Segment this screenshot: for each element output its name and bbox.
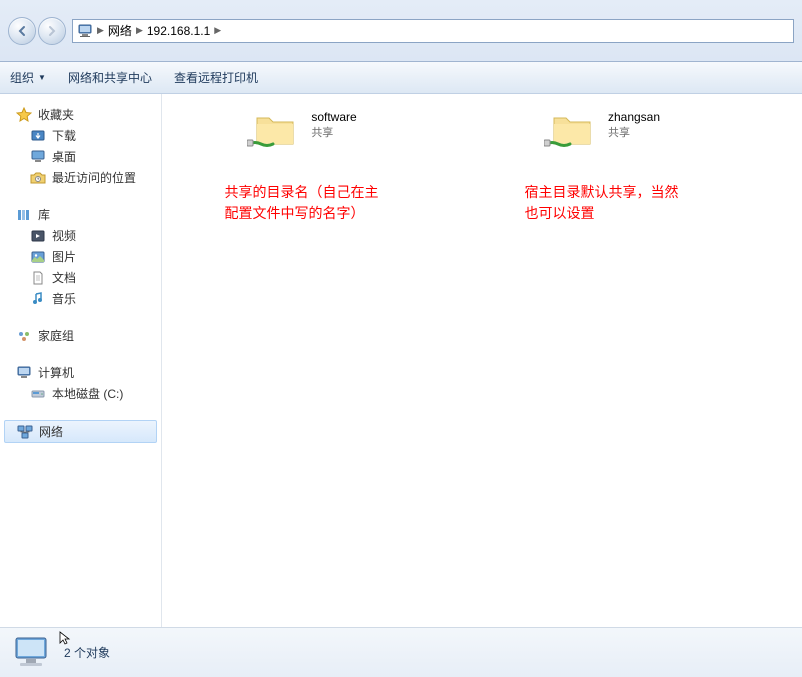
sidebar-item-documents[interactable]: 文档 [0, 267, 161, 288]
toolbar: 组织 ▼ 网络和共享中心 查看远程打印机 [0, 62, 802, 94]
shared-folder-icon [544, 110, 598, 154]
sidebar-libraries[interactable]: 库 [0, 204, 161, 225]
address-bar[interactable]: ▶ 网络 ▶ 192.168.1.1 ▶ [72, 19, 794, 43]
computer-icon [16, 365, 32, 381]
music-icon [30, 291, 46, 307]
sidebar-item-desktop[interactable]: 桌面 [0, 146, 161, 167]
share-item-software: software 共享 共享的目录名（自己在主配置文件中写的名字） [172, 110, 432, 224]
library-icon [16, 207, 32, 223]
share-item-zhangsan: zhangsan 共享 宿主目录默认共享，当然也可以设置 [472, 110, 732, 224]
toolbar-label: 查看远程打印机 [174, 69, 258, 86]
sidebar-network[interactable]: 网络 [4, 420, 157, 443]
document-icon [30, 270, 46, 286]
sidebar: 收藏夹 下载 桌面 最近访问的位置 库 视频 [0, 94, 162, 627]
nav-buttons [8, 17, 66, 45]
sidebar-item-label: 收藏夹 [38, 106, 74, 123]
sidebar-item-label: 桌面 [52, 148, 76, 165]
titlebar: ▶ 网络 ▶ 192.168.1.1 ▶ [0, 0, 802, 62]
view-remote-printers-button[interactable]: 查看远程打印机 [174, 69, 258, 86]
sidebar-item-label: 家庭组 [38, 327, 74, 344]
sidebar-item-label: 网络 [39, 423, 63, 440]
breadcrumb-network[interactable]: 网络 [108, 22, 132, 39]
sidebar-item-pictures[interactable]: 图片 [0, 246, 161, 267]
arrow-left-icon [16, 25, 28, 37]
network-center-button[interactable]: 网络和共享中心 [68, 69, 152, 86]
sidebar-group-computer: 计算机 本地磁盘 (C:) [0, 362, 161, 404]
sidebar-group-network: 网络 [0, 420, 161, 443]
sidebar-item-label: 最近访问的位置 [52, 169, 136, 186]
chevron-down-icon: ▼ [38, 73, 46, 82]
sidebar-item-label: 文档 [52, 269, 76, 286]
share-name: software [311, 110, 356, 124]
annotation-text: 共享的目录名（自己在主配置文件中写的名字） [225, 182, 380, 224]
organize-button[interactable]: 组织 ▼ [10, 69, 46, 86]
share-row[interactable]: zhangsan 共享 [544, 110, 660, 154]
sidebar-item-label: 库 [38, 206, 50, 223]
sidebar-group-libraries: 库 视频 图片 文档 音乐 [0, 204, 161, 309]
sidebar-item-label: 音乐 [52, 290, 76, 307]
download-icon [30, 128, 46, 144]
share-name: zhangsan [608, 110, 660, 124]
picture-icon [30, 249, 46, 265]
chevron-right-icon[interactable]: ▶ [97, 25, 104, 36]
breadcrumb-host[interactable]: 192.168.1.1 [147, 24, 210, 38]
share-row[interactable]: software 共享 [247, 110, 356, 154]
chevron-right-icon[interactable]: ▶ [136, 25, 143, 36]
network-icon [17, 424, 33, 440]
sidebar-item-label: 计算机 [38, 364, 74, 381]
recent-icon [30, 170, 46, 186]
sidebar-item-label: 视频 [52, 227, 76, 244]
sidebar-item-local-disk-c[interactable]: 本地磁盘 (C:) [0, 383, 161, 404]
toolbar-label: 网络和共享中心 [68, 69, 152, 86]
sidebar-item-label: 本地磁盘 (C:) [52, 385, 123, 402]
breadcrumb: ▶ 网络 ▶ 192.168.1.1 ▶ [97, 22, 221, 39]
disk-icon [30, 386, 46, 402]
desktop-icon [30, 149, 46, 165]
shared-folder-icon [247, 110, 301, 154]
sidebar-item-label: 图片 [52, 248, 76, 265]
sidebar-computer[interactable]: 计算机 [0, 362, 161, 383]
sidebar-group-homegroup: 家庭组 [0, 325, 161, 346]
status-text: 2 个对象 [64, 644, 110, 661]
sidebar-item-videos[interactable]: 视频 [0, 225, 161, 246]
sidebar-group-favorites: 收藏夹 下载 桌面 最近访问的位置 [0, 104, 161, 188]
content-area: 收藏夹 下载 桌面 最近访问的位置 库 视频 [0, 94, 802, 627]
sidebar-item-music[interactable]: 音乐 [0, 288, 161, 309]
share-text: zhangsan 共享 [608, 110, 660, 140]
forward-button[interactable] [38, 17, 66, 45]
arrow-right-icon [46, 25, 58, 37]
sidebar-homegroup[interactable]: 家庭组 [0, 325, 161, 346]
share-text: software 共享 [311, 110, 356, 140]
video-icon [30, 228, 46, 244]
homegroup-icon [16, 328, 32, 344]
share-sub: 共享 [311, 124, 356, 140]
chevron-right-icon[interactable]: ▶ [214, 25, 221, 36]
sidebar-item-label: 下载 [52, 127, 76, 144]
share-sub: 共享 [608, 124, 660, 140]
annotation-text: 宿主目录默认共享，当然也可以设置 [525, 182, 680, 224]
computer-icon [77, 23, 93, 39]
toolbar-label: 组织 [10, 69, 34, 86]
status-bar: 2 个对象 [0, 627, 802, 677]
sidebar-item-recent[interactable]: 最近访问的位置 [0, 167, 161, 188]
sidebar-item-downloads[interactable]: 下载 [0, 125, 161, 146]
back-button[interactable] [8, 17, 36, 45]
cursor-icon [58, 630, 74, 646]
sidebar-favorites[interactable]: 收藏夹 [0, 104, 161, 125]
computer-large-icon [12, 634, 54, 672]
main-panel[interactable]: software 共享 共享的目录名（自己在主配置文件中写的名字） zhangs… [162, 94, 802, 627]
star-icon [16, 107, 32, 123]
